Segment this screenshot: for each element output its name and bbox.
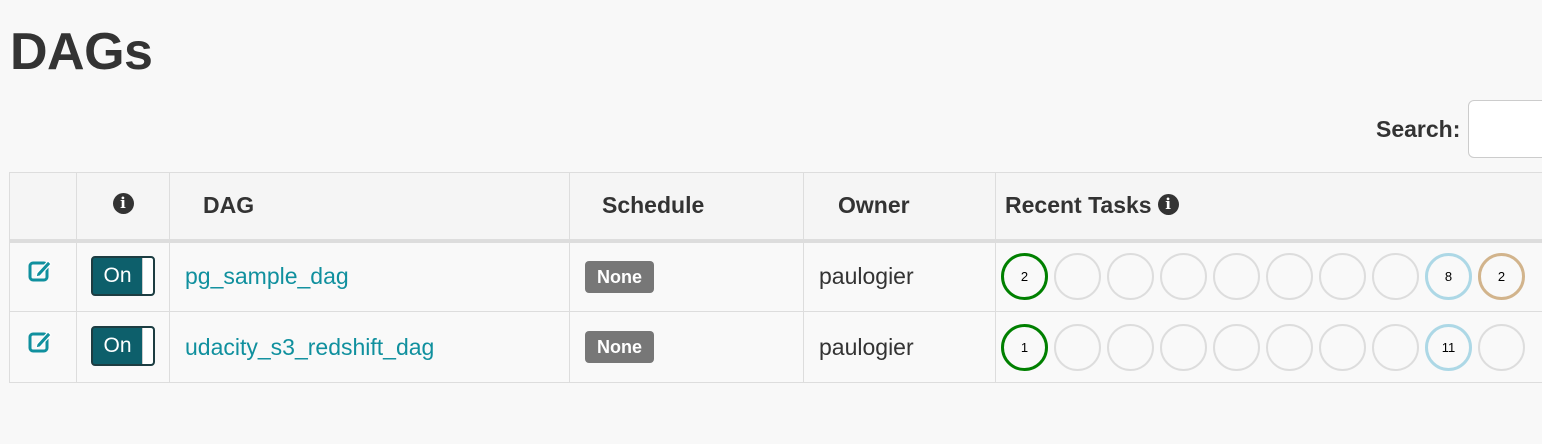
edit-cell (9, 240, 77, 312)
recent-tasks-cell: 1 11 (995, 311, 1542, 383)
task-state-circle-empty[interactable] (1372, 323, 1419, 371)
task-state-circle-empty[interactable] (1160, 323, 1207, 371)
search-bar: Search: (1376, 98, 1542, 160)
task-state-circle-empty[interactable] (1213, 253, 1260, 301)
task-state-circle-skipped[interactable]: 11 (1425, 323, 1472, 371)
task-state-circle-skipped[interactable]: 8 (1425, 253, 1472, 301)
toggle-label: On (103, 334, 132, 357)
recent-tasks-cell: 282 (995, 240, 1542, 312)
column-header-recent-tasks: Recent Tasks i (995, 172, 1542, 243)
table-row: On pg_sample_dag None paulogier 282 (9, 240, 1542, 312)
owner-cell: paulogier (803, 240, 996, 312)
dags-table: i DAG Schedule Owner Recent Tasks i On pg… (9, 172, 1542, 383)
task-state-circle-empty[interactable] (1319, 323, 1366, 371)
task-state-circle-empty[interactable] (1478, 323, 1525, 371)
edit-icon[interactable] (28, 257, 54, 283)
table-header-row: i DAG Schedule Owner Recent Tasks i (9, 172, 1542, 243)
dag-cell: udacity_s3_redshift_dag (169, 311, 570, 383)
search-input[interactable] (1468, 100, 1542, 158)
recent-tasks-circles: 282 (1001, 253, 1542, 301)
edit-icon[interactable] (28, 328, 54, 354)
toggle-knob[interactable] (142, 257, 153, 294)
task-state-circle-success[interactable]: 2 (1001, 253, 1048, 301)
task-state-circle-empty[interactable] (1266, 253, 1313, 301)
dag-pause-toggle[interactable]: On (91, 255, 155, 296)
search-label: Search: (1376, 115, 1461, 142)
schedule-cell: None (569, 240, 804, 312)
task-state-circle-success[interactable]: 1 (1001, 323, 1048, 371)
info-icon[interactable]: i (1157, 193, 1179, 215)
page-title: DAGs (10, 23, 153, 81)
owner-cell: paulogier (803, 311, 996, 383)
task-state-circle-empty[interactable] (1054, 323, 1101, 371)
task-state-circle-empty[interactable] (1319, 253, 1366, 301)
task-state-circle-empty[interactable] (1107, 253, 1154, 301)
recent-tasks-label: Recent Tasks (1005, 192, 1152, 219)
schedule-badge[interactable]: None (585, 260, 654, 293)
task-state-circle-empty[interactable] (1213, 323, 1260, 371)
task-state-circle-empty[interactable] (1054, 253, 1101, 301)
schedule-cell: None (569, 311, 804, 383)
dag-link[interactable]: udacity_s3_redshift_dag (185, 334, 434, 360)
dag-pause-toggle[interactable]: On (91, 326, 155, 366)
toggle-label: On (103, 263, 132, 287)
column-header-dag[interactable]: DAG (169, 172, 570, 243)
toggle-cell: On (76, 311, 170, 383)
task-state-circle-empty[interactable] (1160, 253, 1207, 301)
recent-tasks-circles: 1 11 (1001, 323, 1542, 371)
task-state-circle-empty[interactable] (1266, 323, 1313, 371)
task-state-circle-empty[interactable] (1372, 253, 1419, 301)
dag-link[interactable]: pg_sample_dag (185, 263, 349, 289)
column-header-owner[interactable]: Owner (803, 172, 996, 243)
toggle-cell: On (76, 240, 170, 312)
schedule-badge[interactable]: None (585, 331, 654, 363)
column-header-info: i (76, 172, 170, 243)
column-header-edit (9, 172, 77, 243)
dag-cell: pg_sample_dag (169, 240, 570, 312)
task-state-circle-empty[interactable] (1107, 323, 1154, 371)
edit-cell (9, 311, 77, 383)
task-state-circle-shutdown[interactable]: 2 (1478, 253, 1525, 301)
toggle-knob[interactable] (142, 328, 153, 364)
column-header-schedule[interactable]: Schedule (569, 172, 804, 243)
table-row: On udacity_s3_redshift_dag None paulogie… (9, 311, 1542, 383)
info-icon[interactable]: i (112, 192, 134, 214)
